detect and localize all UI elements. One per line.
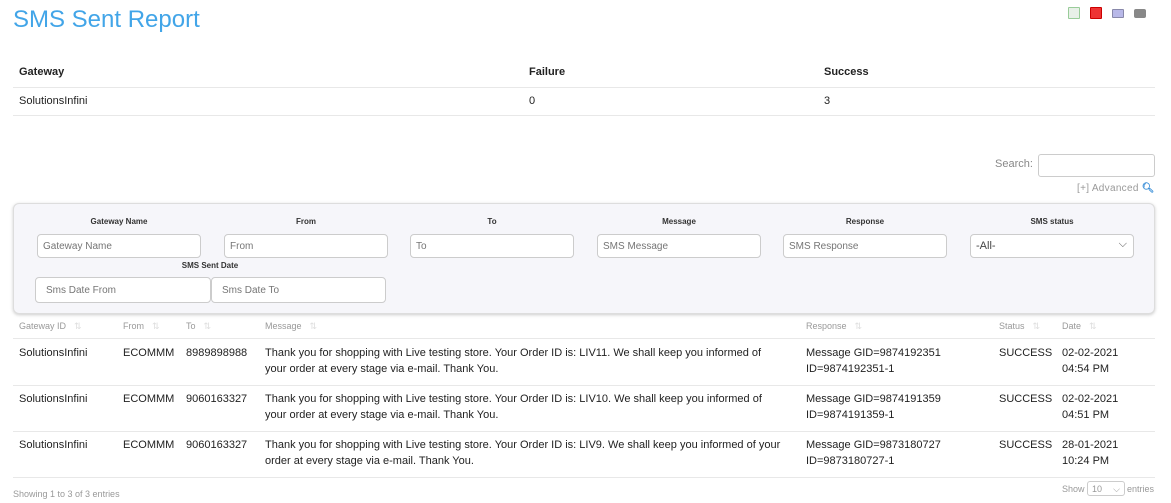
filter-label-message: Message — [662, 217, 696, 226]
summary-header-gateway: Gateway — [19, 66, 65, 78]
cell-message: Thank you for shopping with Live testing… — [265, 393, 762, 421]
print-icon[interactable] — [1134, 9, 1146, 18]
filter-label-response: Response — [845, 217, 885, 226]
row-divider — [13, 385, 1155, 386]
sort-icon: ⇅ — [203, 321, 212, 331]
filter-label-date: SMS Sent Date — [181, 261, 239, 270]
cell-status: SUCCESS — [999, 439, 1053, 451]
cell-response: Message GID=9874192351 ID=9874192351-1 — [806, 347, 941, 375]
sms-status-select[interactable]: -All- ⌵ — [970, 234, 1134, 258]
header-label: Gateway ID — [19, 321, 67, 331]
cell-message: Thank you for shopping with Live testing… — [265, 347, 762, 375]
table-info: Showing 1 to 3 of 3 entries — [13, 489, 120, 499]
show-label: Show — [1062, 484, 1085, 494]
header-label: Date — [1062, 321, 1082, 331]
status-selected: -All- — [976, 240, 996, 252]
divider — [13, 338, 1155, 339]
cell-from: ECOMMM — [123, 439, 175, 451]
page-size-select[interactable]: 10 ⌵ — [1087, 481, 1125, 496]
summary-failure: 0 — [529, 95, 536, 107]
column-response[interactable]: Response ⇅ — [806, 321, 862, 332]
advanced-search-link[interactable]: [+] Advanced 🔍︎ — [1077, 183, 1155, 194]
cell-gateway-id: SolutionsInfini — [19, 439, 88, 451]
cell-to: 8989898988 — [186, 347, 248, 359]
header-label: From — [123, 321, 144, 331]
cell-gateway-id: SolutionsInfini — [19, 347, 88, 359]
message-input[interactable] — [597, 234, 761, 258]
cell-response: Message GID=9873180727 ID=9873180727-1 — [806, 439, 941, 467]
filter-label-from: From — [296, 217, 316, 226]
column-gateway-id[interactable]: Gateway ID ⇅ — [19, 321, 82, 332]
excel-icon[interactable] — [1068, 7, 1080, 19]
column-to[interactable]: To ⇅ — [186, 321, 211, 332]
row-divider — [13, 431, 1155, 432]
page-size-value: 10 — [1092, 484, 1103, 494]
cell-from: ECOMMM — [123, 347, 175, 359]
summary-success: 3 — [824, 95, 831, 107]
cell-date: 02-02-2021 04:51 PM — [1062, 393, 1119, 421]
column-message[interactable]: Message ⇅ — [265, 321, 317, 332]
filter-label-gateway: Gateway Name — [90, 217, 148, 226]
page-title: SMS Sent Report — [13, 6, 200, 33]
sort-icon: ⇅ — [152, 321, 160, 331]
cell-status: SUCCESS — [999, 347, 1053, 359]
sort-icon: ⇅ — [1032, 321, 1041, 331]
chevron-down-icon: ⌵ — [1118, 238, 1127, 250]
cell-date: 02-02-2021 04:54 PM — [1062, 347, 1119, 375]
gateway-name-input[interactable] — [37, 234, 201, 258]
cell-message: Thank you for shopping with Live testing… — [265, 439, 781, 467]
filter-label-to: To — [487, 217, 497, 226]
cell-date: 28-01-2021 10:24 PM — [1062, 439, 1119, 467]
search-input[interactable] — [1038, 154, 1155, 177]
advanced-label: [+] Advanced — [1077, 183, 1139, 194]
column-status[interactable]: Status ⇅ — [999, 321, 1040, 332]
sort-icon: ⇅ — [854, 321, 863, 331]
header-label: Message — [265, 321, 302, 331]
column-from[interactable]: From ⇅ — [123, 321, 160, 332]
search-label: Search: — [995, 158, 1033, 170]
cell-gateway-id: SolutionsInfini — [19, 393, 88, 405]
cell-to: 9060163327 — [186, 393, 248, 405]
sort-icon: ⇅ — [309, 321, 318, 331]
chevron-down-icon: ⌵ — [1113, 484, 1120, 494]
divider — [13, 87, 1155, 88]
email-icon[interactable] — [1112, 9, 1124, 18]
cell-status: SUCCESS — [999, 393, 1053, 405]
divider — [13, 115, 1155, 116]
summary-gateway: SolutionsInfini — [19, 95, 88, 107]
response-input[interactable] — [783, 234, 947, 258]
search-icon: 🔍︎ — [1141, 183, 1155, 194]
cell-to: 9060163327 — [186, 439, 248, 451]
to-input[interactable] — [410, 234, 574, 258]
cell-response: Message GID=9874191359 ID=9874191359-1 — [806, 393, 941, 421]
summary-header-failure: Failure — [529, 66, 566, 78]
cell-from: ECOMMM — [123, 393, 175, 405]
from-input[interactable] — [224, 234, 388, 258]
column-date[interactable]: Date ⇅ — [1062, 321, 1097, 332]
header-label: Status — [999, 321, 1025, 331]
filter-label-status: SMS status — [1030, 217, 1074, 226]
sort-icon: ⇅ — [1089, 321, 1097, 331]
sort-icon: ⇅ — [74, 321, 82, 331]
row-divider — [13, 477, 1155, 478]
header-label: To — [186, 321, 196, 331]
entries-label: entries — [1127, 484, 1155, 494]
header-label: Response — [806, 321, 847, 331]
pdf-icon[interactable] — [1090, 7, 1102, 19]
date-from-input[interactable] — [35, 277, 211, 303]
summary-header-success: Success — [824, 66, 869, 78]
date-to-input[interactable] — [211, 277, 386, 303]
